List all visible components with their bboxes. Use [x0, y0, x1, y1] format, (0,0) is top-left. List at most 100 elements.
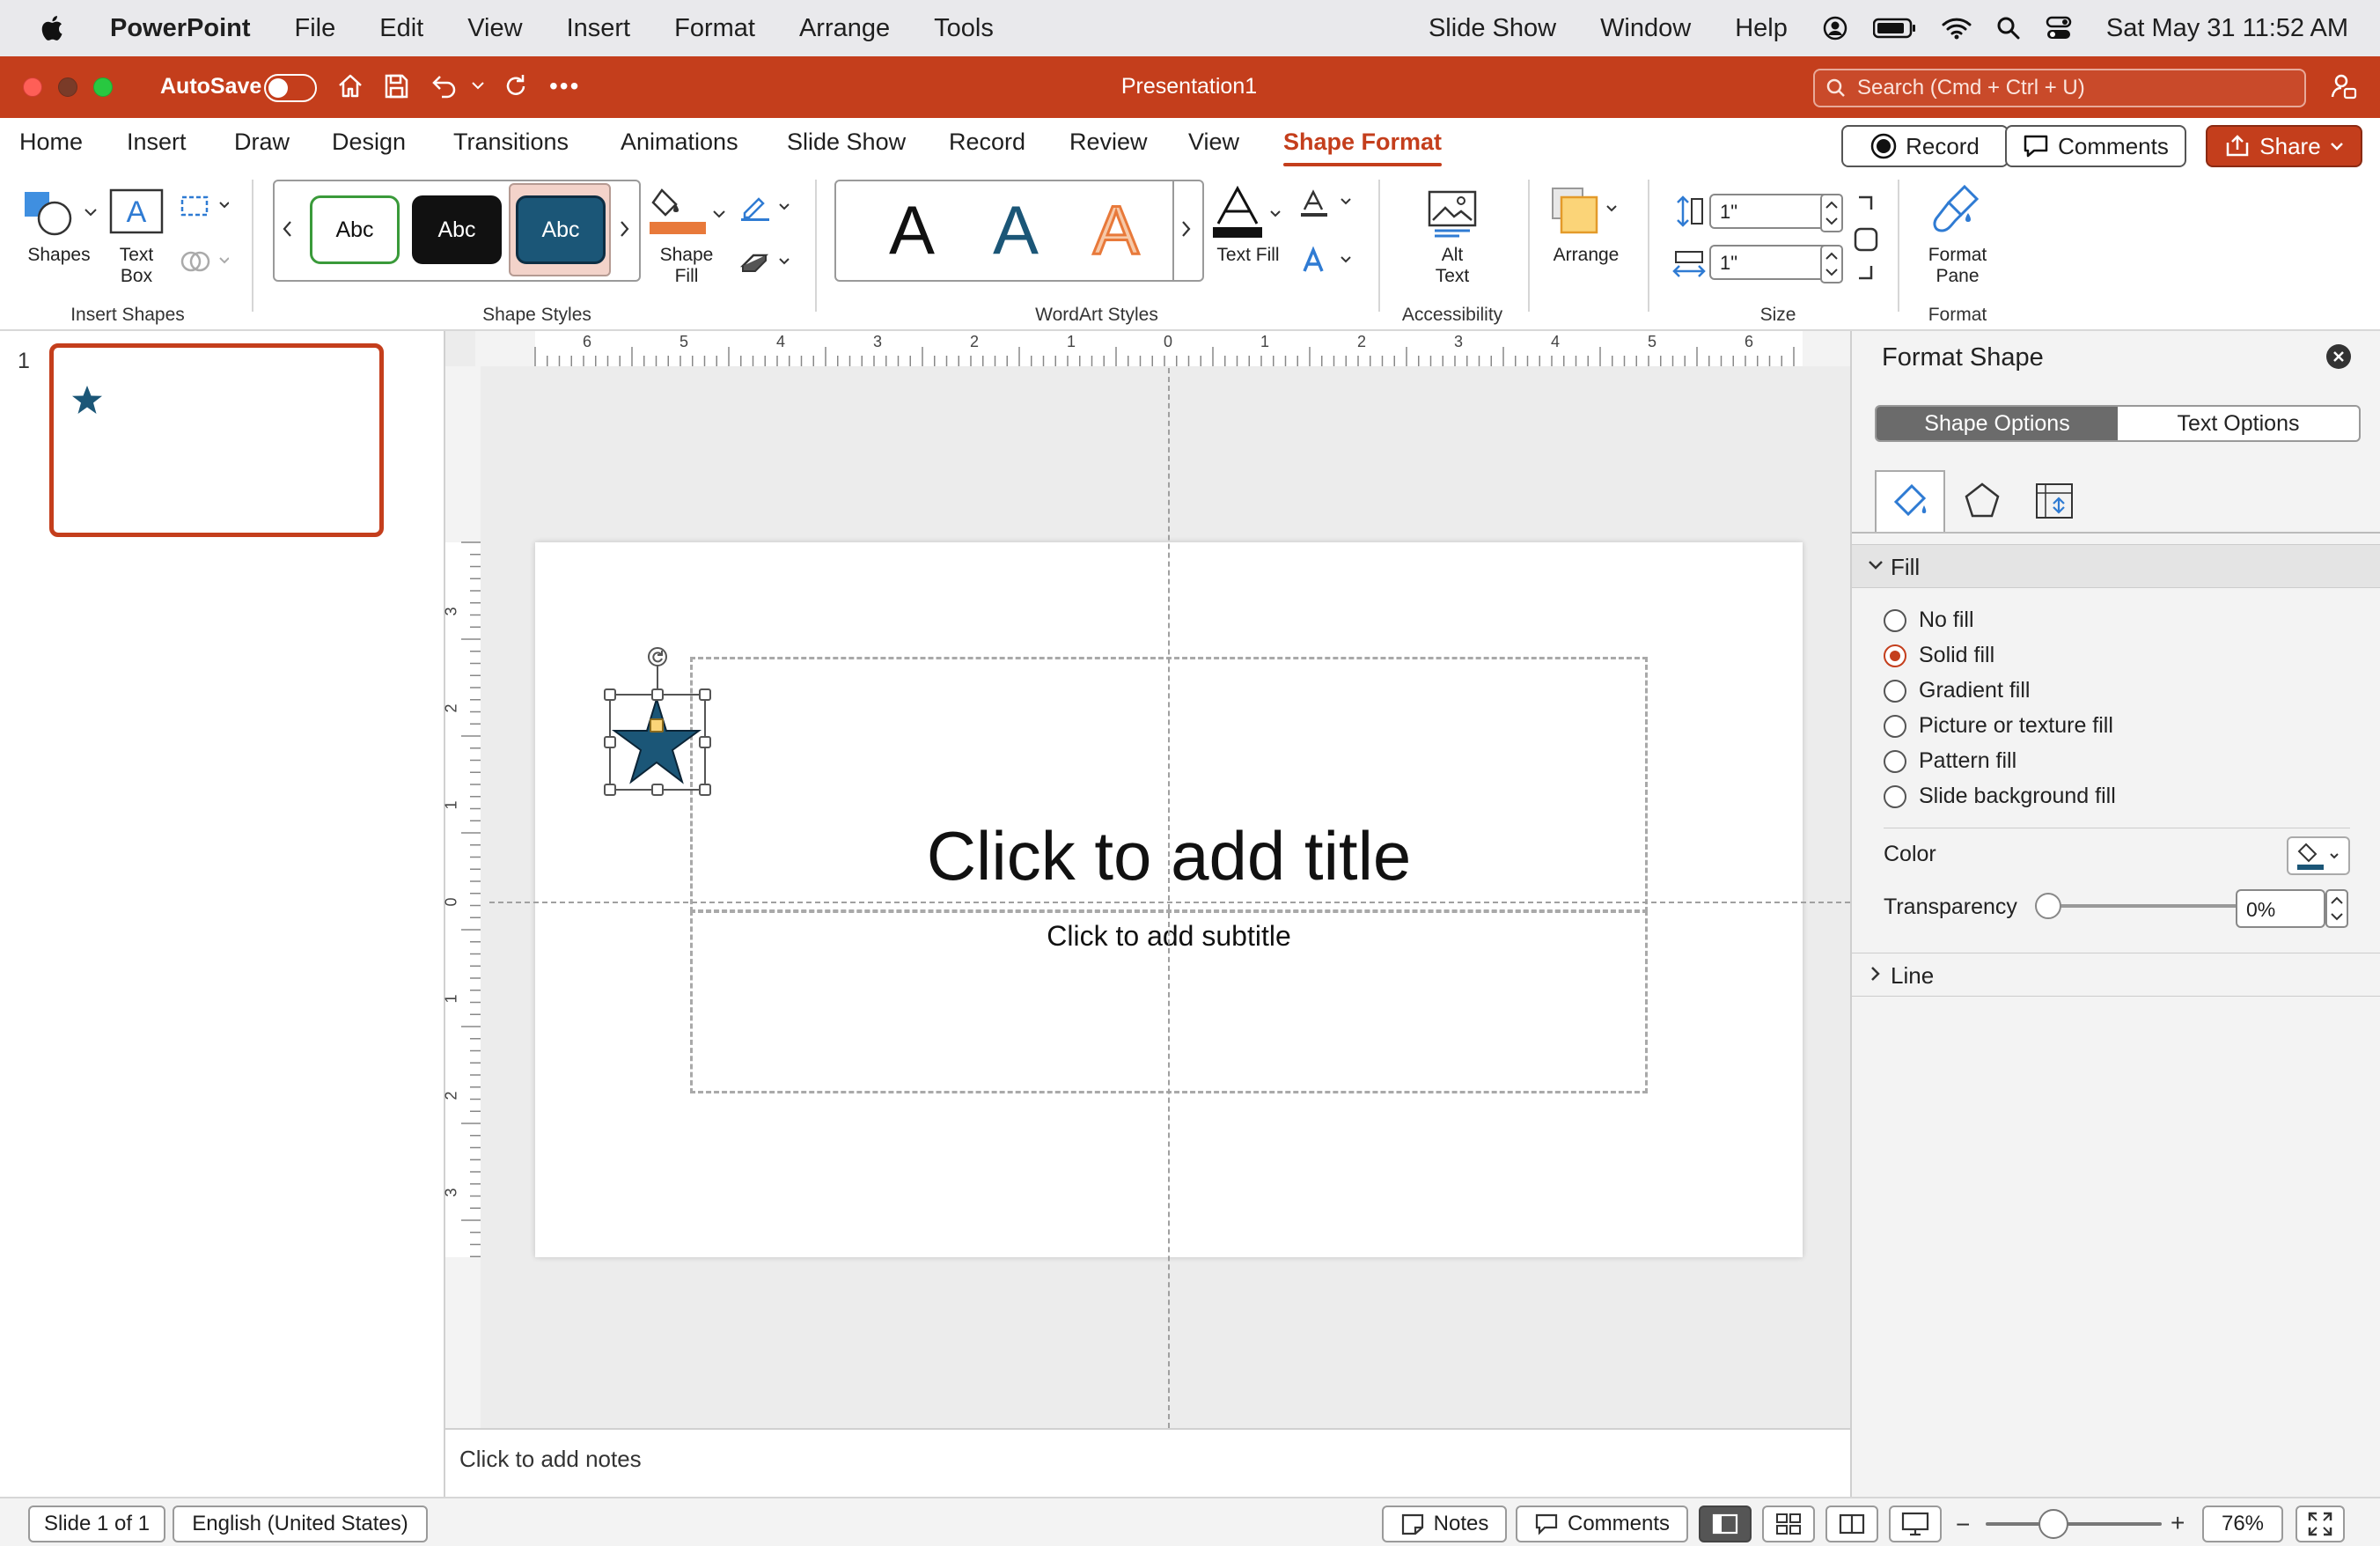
- tab-slide-show[interactable]: Slide Show: [787, 129, 906, 156]
- menu-insert[interactable]: Insert: [545, 14, 653, 43]
- resize-handle[interactable]: [604, 784, 616, 796]
- language-indicator[interactable]: English (United States): [173, 1506, 428, 1542]
- wordart-more-icon[interactable]: [1179, 218, 1194, 239]
- spotlight-search-icon[interactable]: [1984, 16, 2033, 40]
- line-section-header[interactable]: Line: [1852, 953, 2380, 997]
- zoom-slider-track[interactable]: [1986, 1522, 2162, 1526]
- slide-sorter-view-button[interactable]: [1762, 1506, 1815, 1542]
- shape-height-input[interactable]: 1": [1709, 194, 1833, 229]
- tab-home[interactable]: Home: [19, 129, 83, 156]
- wordart-orange-outline-sample[interactable]: A: [1091, 190, 1140, 270]
- home-icon[interactable]: [336, 72, 364, 100]
- transparency-input[interactable]: 0%: [2236, 889, 2325, 928]
- size-properties-tab-icon[interactable]: [2033, 481, 2075, 521]
- horizontal-guide[interactable]: [489, 902, 1850, 903]
- slide-thumbnail[interactable]: [49, 343, 384, 537]
- shape-fill-icon[interactable]: [650, 185, 706, 236]
- slide-show-view-button[interactable]: [1889, 1506, 1942, 1542]
- adjust-handle[interactable]: [650, 718, 664, 733]
- gallery-scroll-left-icon[interactable]: [280, 218, 294, 239]
- tab-design[interactable]: Design: [332, 129, 406, 156]
- tab-record[interactable]: Record: [949, 129, 1025, 156]
- vertical-guide[interactable]: [1168, 368, 1170, 1428]
- tab-view[interactable]: View: [1188, 129, 1239, 156]
- minimize-window-button[interactable]: [58, 77, 77, 97]
- tab-shape-format[interactable]: Shape Format: [1283, 129, 1443, 166]
- search-input[interactable]: Search (Cmd + Ctrl + U): [1813, 69, 2306, 107]
- fit-to-window-button[interactable]: [2296, 1506, 2345, 1542]
- zoom-in-icon[interactable]: +: [2171, 1509, 2185, 1537]
- merge-shapes-icon[interactable]: [180, 247, 229, 276]
- shape-fill-dropdown-icon[interactable]: [713, 210, 725, 218]
- wordart-blue-sample[interactable]: A: [993, 190, 1039, 270]
- menu-format[interactable]: Format: [652, 14, 777, 43]
- menu-clock[interactable]: Sat May 31 11:52 AM: [2084, 14, 2380, 43]
- width-stepper[interactable]: [1820, 245, 1843, 283]
- menu-tools[interactable]: Tools: [912, 14, 1016, 43]
- shape-outline-icon[interactable]: [739, 194, 792, 222]
- radio-no-fill[interactable]: [1884, 609, 1906, 632]
- text-effects-icon[interactable]: [1299, 245, 1355, 275]
- zoom-window-button[interactable]: [93, 77, 113, 97]
- notes-pane[interactable]: Click to add notes: [445, 1428, 1850, 1497]
- tab-insert[interactable]: Insert: [127, 129, 187, 156]
- zoom-slider-thumb[interactable]: [2038, 1509, 2068, 1539]
- shape-width-input[interactable]: 1": [1709, 245, 1833, 280]
- text-box-icon[interactable]: A: [109, 188, 164, 234]
- shapes-gallery-icon[interactable]: [23, 187, 76, 238]
- user-account-icon[interactable]: [1810, 15, 1861, 41]
- alt-text-icon[interactable]: [1426, 188, 1479, 238]
- undo-dropdown-icon[interactable]: [472, 81, 484, 90]
- crop-size-icon[interactable]: [1850, 194, 1882, 282]
- tab-animations[interactable]: Animations: [621, 129, 738, 156]
- shape-style-black-fill[interactable]: Abc: [412, 195, 502, 264]
- collaborate-icon[interactable]: [2331, 72, 2357, 100]
- tab-review[interactable]: Review: [1069, 129, 1148, 156]
- share-button[interactable]: Share: [2206, 125, 2362, 167]
- tab-transitions[interactable]: Transitions: [453, 129, 569, 156]
- save-icon[interactable]: [382, 72, 410, 100]
- resize-handle[interactable]: [651, 784, 664, 796]
- close-pane-icon[interactable]: [2325, 343, 2352, 370]
- apple-icon[interactable]: [0, 14, 88, 42]
- radio-picture-texture-fill[interactable]: [1884, 715, 1906, 738]
- radio-slide-background-fill[interactable]: [1884, 785, 1906, 808]
- menu-arrange[interactable]: Arrange: [777, 14, 912, 43]
- format-pane-icon[interactable]: [1929, 183, 1984, 238]
- zoom-percentage[interactable]: 76%: [2202, 1506, 2283, 1542]
- more-options-icon[interactable]: •••: [549, 72, 580, 100]
- transparency-slider-thumb[interactable]: [2035, 893, 2061, 919]
- fill-section-header[interactable]: Fill: [1852, 544, 2380, 588]
- shape-style-green-outline[interactable]: Abc: [310, 195, 400, 264]
- menu-slide-show[interactable]: Slide Show: [1407, 14, 1578, 43]
- edit-shape-icon[interactable]: [180, 194, 229, 220]
- tab-draw[interactable]: Draw: [234, 129, 290, 156]
- radio-gradient-fill[interactable]: [1884, 680, 1906, 703]
- color-picker-button[interactable]: [2287, 836, 2350, 875]
- menu-file[interactable]: File: [273, 14, 358, 43]
- height-stepper[interactable]: [1820, 194, 1843, 232]
- resize-handle[interactable]: [699, 784, 711, 796]
- menu-window[interactable]: Window: [1578, 14, 1713, 43]
- radio-solid-fill[interactable]: [1884, 644, 1906, 667]
- wifi-icon[interactable]: [1929, 17, 1984, 40]
- zoom-out-icon[interactable]: −: [1956, 1511, 1970, 1539]
- resize-handle[interactable]: [604, 688, 616, 701]
- arrange-icon[interactable]: [1549, 185, 1620, 238]
- reading-view-button[interactable]: [1825, 1506, 1878, 1542]
- slide-indicator[interactable]: Slide 1 of 1: [28, 1506, 165, 1542]
- radio-pattern-fill[interactable]: [1884, 750, 1906, 773]
- shape-style-blue-fill[interactable]: Abc: [516, 195, 606, 264]
- menu-help[interactable]: Help: [1713, 14, 1810, 43]
- menu-view[interactable]: View: [445, 14, 544, 43]
- notes-toggle-button[interactable]: Notes: [1382, 1506, 1507, 1542]
- fill-line-tab-icon[interactable]: [1875, 470, 1945, 532]
- text-fill-icon[interactable]: [1211, 185, 1285, 239]
- effects-tab-icon[interactable]: [1963, 481, 2002, 519]
- gallery-more-icon[interactable]: [618, 218, 632, 239]
- battery-icon[interactable]: [1861, 17, 1929, 40]
- text-outline-icon[interactable]: [1299, 188, 1355, 218]
- comments-button[interactable]: Comments: [2005, 125, 2186, 167]
- resize-handle[interactable]: [699, 736, 711, 748]
- resize-handle[interactable]: [651, 688, 664, 701]
